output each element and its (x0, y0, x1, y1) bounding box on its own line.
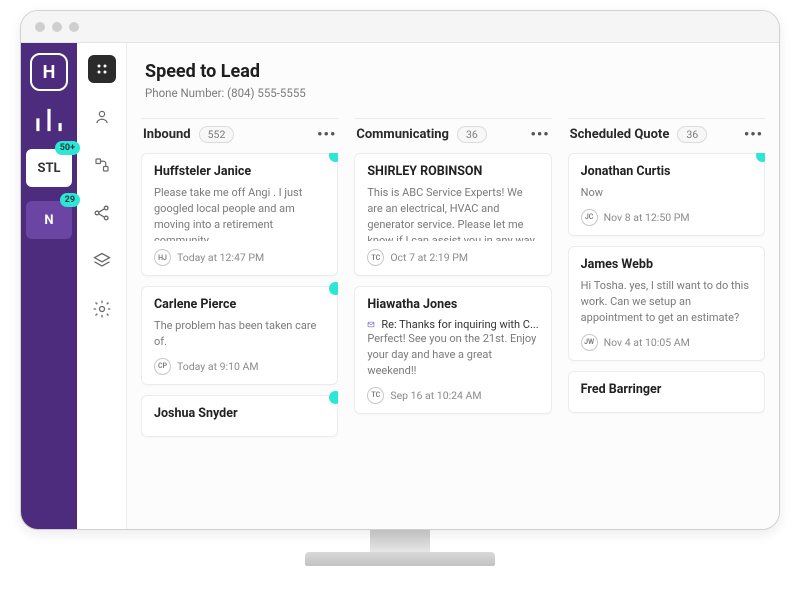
card-footer: JW Nov 4 at 10:05 AM (581, 334, 752, 351)
card-body: The problem has been taken care of. (154, 318, 325, 350)
unread-dot-icon (329, 153, 338, 162)
secondary-rail (77, 43, 127, 529)
card-body: Please take me off Angi . I just googled… (154, 185, 325, 241)
column-menu-icon[interactable]: ••• (530, 125, 549, 143)
card-time: Today at 9:10 AM (177, 360, 259, 373)
card-body: Perfect! See you on the 21st. Enjoy your… (367, 331, 538, 379)
card-footer: HJ Today at 12:47 PM (154, 249, 325, 266)
page-title: Speed to Lead (145, 61, 761, 82)
card-name: Huffsteler Janice (154, 164, 325, 179)
avatar: TC (367, 249, 384, 266)
column-title: Scheduled Quote (570, 127, 670, 142)
mail-icon (367, 318, 375, 331)
app-logo[interactable]: H (30, 53, 68, 91)
avatar: TC (367, 387, 384, 404)
lead-card[interactable]: Fred Barringer (568, 371, 765, 413)
card-footer: JC Nov 8 at 12:50 PM (581, 209, 752, 226)
avatar: JC (581, 209, 598, 226)
unread-dot-icon (756, 153, 765, 162)
workspace-tile-label: N (44, 213, 53, 228)
avatar: HJ (154, 249, 171, 266)
card-time: Oct 7 at 2:19 PM (390, 251, 468, 264)
card-time: Nov 8 at 12:50 PM (604, 211, 690, 224)
monitor-stand (335, 530, 465, 566)
kanban-column: Communicating 36 ••• SHIRLEY ROBINSON Thi… (354, 118, 551, 529)
column-title: Inbound (143, 127, 191, 142)
card-list: Jonathan Curtis Now JC Nov 8 at 12:50 PM Jam… (568, 153, 765, 529)
card-footer: CP Today at 9:10 AM (154, 358, 325, 375)
window-control-close[interactable] (35, 22, 45, 32)
column-count: 36 (457, 126, 487, 143)
workspace-tile-label: STL (37, 161, 60, 176)
window-control-min[interactable] (52, 22, 62, 32)
card-name: Jonathan Curtis (581, 164, 752, 179)
kanban-column: Inbound 552 ••• Huffsteler Janice Please … (141, 118, 338, 529)
card-body: Hi Tosha. yes, I still want to do this w… (581, 278, 752, 326)
kanban-column: Scheduled Quote 36 ••• Jonathan Curtis No… (568, 118, 765, 529)
card-footer: TC Sep 16 at 10:24 AM (367, 387, 538, 404)
analytics-icon[interactable] (30, 105, 68, 135)
workflow-icon[interactable] (88, 151, 116, 179)
window-control-max[interactable] (69, 22, 79, 32)
card-time: Today at 12:47 PM (177, 251, 264, 264)
card-body: Now (581, 185, 752, 201)
share-icon[interactable] (88, 199, 116, 227)
settings-icon[interactable] (88, 295, 116, 323)
kanban-board: Inbound 552 ••• Huffsteler Janice Please … (127, 112, 779, 529)
workspace-badge: 29 (60, 193, 80, 207)
lead-card[interactable]: Joshua Snyder (141, 395, 338, 437)
card-time: Sep 16 at 10:24 AM (390, 389, 481, 402)
lead-card[interactable]: Carlene Pierce The problem has been taken… (141, 286, 338, 385)
page-header: Speed to Lead Phone Number: (804) 555-55… (127, 43, 779, 112)
card-name: James Webb (581, 257, 752, 272)
card-footer: TC Oct 7 at 2:19 PM (367, 249, 538, 266)
workspace-tile-stl[interactable]: STL 50+ (26, 149, 72, 187)
lead-card[interactable]: Hiawatha Jones Re: Thanks for inquiring w… (354, 286, 551, 414)
card-name: Carlene Pierce (154, 297, 325, 312)
card-name: Fred Barringer (581, 382, 752, 397)
card-body: This is ABC Service Experts! We are an e… (367, 185, 538, 241)
layers-icon[interactable] (88, 247, 116, 275)
lead-card[interactable]: Jonathan Curtis Now JC Nov 8 at 12:50 PM (568, 153, 765, 236)
column-count: 552 (199, 126, 235, 143)
card-list: Huffsteler Janice Please take me off Angi… (141, 153, 338, 529)
column-count: 36 (677, 126, 707, 143)
app-window: H STL 50+ N 29 (20, 10, 780, 530)
column-menu-icon[interactable]: ••• (317, 125, 336, 143)
workspace-badge: 50+ (55, 141, 80, 155)
card-name: Joshua Snyder (154, 406, 325, 421)
avatar: JW (581, 334, 598, 351)
column-header: Communicating 36 ••• (354, 118, 551, 153)
card-list: SHIRLEY ROBINSON This is ABC Service Expe… (354, 153, 551, 529)
column-header: Scheduled Quote 36 ••• (568, 118, 765, 153)
unread-dot-icon (329, 391, 338, 404)
main-panel: Speed to Lead Phone Number: (804) 555-55… (127, 43, 779, 529)
lead-card[interactable]: Huffsteler Janice Please take me off Angi… (141, 153, 338, 276)
primary-sidebar: H STL 50+ N 29 (21, 43, 77, 529)
lead-card[interactable]: SHIRLEY ROBINSON This is ABC Service Expe… (354, 153, 551, 276)
board-view-icon[interactable] (88, 55, 116, 83)
card-time: Nov 4 at 10:05 AM (604, 336, 690, 349)
avatar: CP (154, 358, 171, 375)
card-subject: Re: Thanks for inquiring with C... (367, 318, 538, 331)
card-name: Hiawatha Jones (367, 297, 538, 312)
window-titlebar (21, 11, 779, 43)
column-menu-icon[interactable]: ••• (744, 125, 763, 143)
unread-dot-icon (329, 282, 338, 295)
column-header: Inbound 552 ••• (141, 118, 338, 153)
column-title: Communicating (356, 127, 449, 142)
page-subtitle: Phone Number: (804) 555-5555 (145, 86, 761, 100)
user-icon[interactable] (88, 103, 116, 131)
card-name: SHIRLEY ROBINSON (367, 164, 538, 179)
lead-card[interactable]: James Webb Hi Tosha. yes, I still want to… (568, 246, 765, 361)
workspace-tile-n[interactable]: N 29 (26, 201, 72, 239)
